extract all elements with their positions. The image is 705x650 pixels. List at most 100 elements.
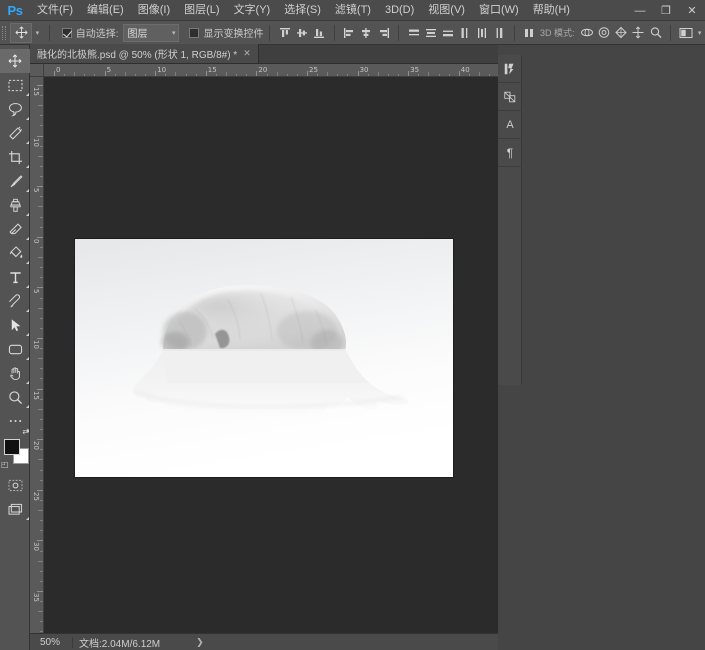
document-size-info: 文档:2.04M/6.12M: [79, 635, 160, 650]
menu-help[interactable]: 帮助(H): [526, 0, 577, 21]
menu-select[interactable]: 选择(S): [277, 0, 328, 21]
path-selection-tool[interactable]: [0, 313, 30, 337]
hand-tool[interactable]: [0, 361, 30, 385]
auto-select-box-icon[interactable]: [62, 28, 72, 38]
menu-image[interactable]: 图像(I): [131, 0, 177, 21]
auto-select-checkbox[interactable]: 自动选择:: [62, 25, 119, 40]
clone-stamp-tool[interactable]: [0, 193, 30, 217]
ruler-tick: [37, 439, 43, 440]
menu-layer[interactable]: 图层(L): [177, 0, 226, 21]
menu-edit[interactable]: 编辑(E): [80, 0, 131, 21]
zoom-level[interactable]: 50%: [30, 637, 70, 648]
move-tool[interactable]: [0, 49, 30, 73]
lasso-tool[interactable]: [0, 97, 30, 121]
distribute-bottom-edges-icon[interactable]: [439, 23, 456, 43]
slide-3d-icon[interactable]: [630, 23, 647, 43]
default-colors-icon[interactable]: ◰: [1, 460, 9, 469]
distribute-right-edges-icon[interactable]: [491, 23, 508, 43]
paragraph-panel-icon[interactable]: ¶: [498, 139, 522, 167]
horizontal-ruler[interactable]: 0510152025303540: [44, 64, 498, 77]
current-tool-icon[interactable]: [10, 23, 32, 43]
ruler-label: 5: [32, 289, 40, 293]
show-transform-box-icon[interactable]: [189, 28, 199, 38]
distribute-left-edges-icon[interactable]: [456, 23, 473, 43]
auto-align-layers-icon[interactable]: [521, 23, 538, 43]
close-icon[interactable]: ✕: [679, 0, 705, 21]
ruler-minor-tick: [38, 358, 43, 359]
menu-file[interactable]: 文件(F): [30, 0, 80, 21]
roll-3d-icon[interactable]: [596, 23, 613, 43]
ruler-tick: [37, 591, 43, 592]
canvas-area[interactable]: [44, 77, 498, 633]
vertical-ruler[interactable]: 1510505101520253035: [30, 77, 44, 633]
zoom-tool[interactable]: [0, 385, 30, 409]
align-left-edges-icon[interactable]: [341, 23, 358, 43]
ruler-minor-tick: [40, 348, 43, 349]
pan-3d-icon[interactable]: [613, 23, 630, 43]
ruler-minor-tick: [40, 449, 43, 450]
align-top-edges-icon[interactable]: [276, 23, 293, 43]
ruler-minor-tick: [40, 621, 43, 622]
menu-3d[interactable]: 3D(D): [378, 0, 421, 21]
ruler-label: 30: [360, 66, 369, 74]
distribute-top-edges-icon[interactable]: [405, 23, 422, 43]
marquee-tool[interactable]: [0, 73, 30, 97]
brush-tool[interactable]: [0, 169, 30, 193]
type-tool[interactable]: [0, 265, 30, 289]
screen-mode-button[interactable]: [0, 497, 30, 521]
ruler-tick: [37, 237, 43, 238]
pen-tool[interactable]: [0, 289, 30, 313]
ruler-minor-tick: [40, 470, 43, 471]
show-transform-checkbox[interactable]: 显示变换控件: [189, 25, 263, 40]
align-vertical-centers-icon[interactable]: [294, 23, 311, 43]
screen-mode-icon[interactable]: [677, 23, 694, 43]
auto-align-divider: [514, 25, 515, 41]
artboard[interactable]: [75, 239, 453, 477]
scale-3d-icon[interactable]: [647, 23, 664, 43]
ruler-minor-tick: [38, 308, 43, 309]
document-tab-close-icon[interactable]: ✕: [243, 48, 251, 59]
ruler-minor-tick: [40, 176, 43, 177]
history-icon[interactable]: [498, 55, 522, 83]
align-right-edges-icon[interactable]: [375, 23, 392, 43]
status-expand-icon[interactable]: ❯: [196, 637, 204, 648]
ruler-label: 5: [32, 188, 40, 192]
ruler-corner[interactable]: [30, 64, 44, 77]
quick-mask-mode-button[interactable]: [0, 473, 30, 497]
options-grip[interactable]: [0, 21, 8, 45]
ruler-label: 35: [410, 66, 419, 74]
distribute-divider: [398, 25, 399, 41]
crop-tool[interactable]: [0, 145, 30, 169]
screen-mode-caret-icon[interactable]: ▾: [694, 23, 705, 43]
ruler-minor-tick: [40, 601, 43, 602]
tools-panel: ⇄ ◰: [0, 45, 30, 650]
align-horizontal-centers-icon[interactable]: [358, 23, 375, 43]
character-panel-icon[interactable]: A: [498, 111, 522, 139]
menu-filter[interactable]: 滤镜(T): [328, 0, 378, 21]
chevron-down-icon: ▾: [172, 29, 176, 37]
tool-preset-caret-icon[interactable]: ▾: [32, 23, 43, 43]
distribute-horizontal-centers-icon[interactable]: [474, 23, 491, 43]
menu-view[interactable]: 视图(V): [421, 0, 472, 21]
ruler-label: 15: [32, 87, 40, 96]
rotate-3d-icon[interactable]: [578, 23, 595, 43]
document-tab[interactable]: 融化的北极熊.psd @ 50% (形状 1, RGB/8#) * ✕: [30, 44, 259, 63]
auto-select-target-dropdown[interactable]: 图层 ▾: [123, 24, 179, 42]
distribute-vertical-centers-icon[interactable]: [422, 23, 439, 43]
quick-selection-tool[interactable]: [0, 121, 30, 145]
shape-tool[interactable]: [0, 337, 30, 361]
foreground-color-swatch[interactable]: [4, 439, 20, 455]
align-bottom-edges-icon[interactable]: [311, 23, 328, 43]
eraser-tool[interactable]: [0, 217, 30, 241]
menu-window[interactable]: 窗口(W): [472, 0, 526, 21]
ruler-label: 15: [208, 66, 217, 74]
maximize-icon[interactable]: ❐: [653, 0, 679, 21]
paint-bucket-tool[interactable]: [0, 241, 30, 265]
minimize-icon[interactable]: —: [627, 0, 653, 21]
tool-preset-icon[interactable]: [498, 83, 522, 111]
character-panel-glyph: A: [506, 119, 513, 131]
options-divider: [49, 25, 50, 41]
menu-type[interactable]: 文字(Y): [227, 0, 278, 21]
swap-colors-icon[interactable]: ⇄: [22, 427, 29, 436]
ruler-minor-tick: [40, 146, 43, 147]
